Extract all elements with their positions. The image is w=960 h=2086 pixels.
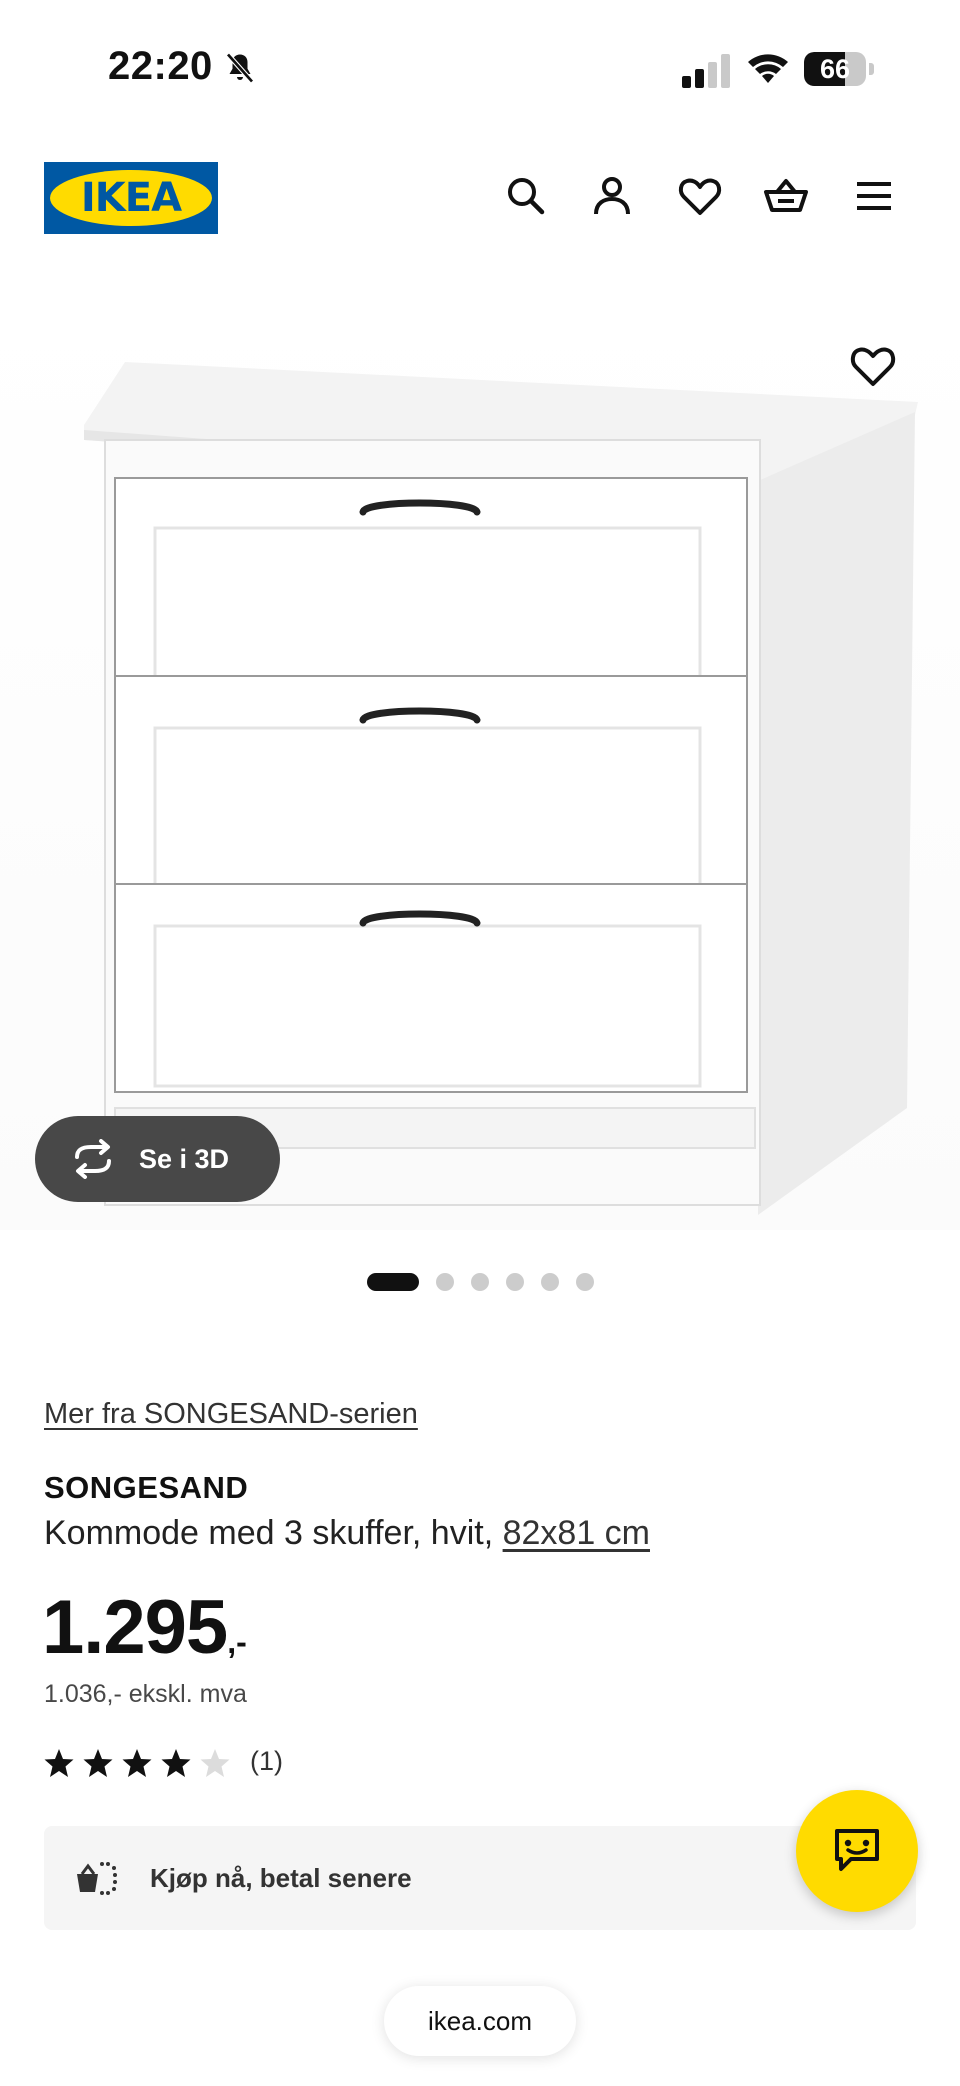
basket-dotted-icon bbox=[74, 1858, 118, 1898]
product-description-text: Kommode med 3 skuffer, hvit, bbox=[44, 1514, 494, 1552]
shopping-basket-icon[interactable] bbox=[762, 172, 810, 220]
product-name: SONGESAND bbox=[44, 1470, 249, 1505]
carousel-dot[interactable] bbox=[471, 1273, 489, 1291]
carousel-dot[interactable] bbox=[506, 1273, 524, 1291]
chat-bubble-icon bbox=[835, 1829, 879, 1871]
view-3d-button[interactable]: Se i 3D bbox=[35, 1116, 280, 1202]
price-main: 1.295 bbox=[42, 1585, 228, 1670]
series-link[interactable]: Mer fra SONGESAND-serien bbox=[44, 1398, 418, 1431]
price: 1.295,- bbox=[42, 1584, 247, 1671]
status-time: 22:20 bbox=[108, 44, 213, 88]
size-link[interactable]: 82x81 cm bbox=[503, 1514, 650, 1552]
search-icon[interactable] bbox=[502, 172, 550, 220]
battery-icon: 66 bbox=[804, 52, 876, 88]
product-description: Kommode med 3 skuffer, hvit, 82x81 cm bbox=[44, 1514, 650, 1553]
star-filled-icon bbox=[122, 1749, 152, 1777]
browser-url-pill[interactable]: ikea.com bbox=[384, 1986, 576, 2056]
carousel-dot[interactable] bbox=[576, 1273, 594, 1291]
price-suffix: ,- bbox=[227, 1624, 247, 1660]
price-excl-vat: 1.036,- ekskl. mva bbox=[44, 1680, 247, 1708]
review-count[interactable]: (1) bbox=[250, 1746, 283, 1777]
logo-text: IKEA bbox=[80, 175, 182, 221]
ikea-logo[interactable]: IKEA bbox=[44, 162, 218, 234]
product-image[interactable] bbox=[0, 290, 960, 1230]
carousel-dot[interactable] bbox=[541, 1273, 559, 1291]
star-empty-icon bbox=[200, 1749, 230, 1777]
carousel-dot[interactable] bbox=[436, 1273, 454, 1291]
heart-icon[interactable] bbox=[676, 172, 724, 220]
star-filled-icon bbox=[83, 1749, 113, 1777]
wifi-icon bbox=[746, 50, 790, 86]
favorite-heart-icon[interactable] bbox=[848, 342, 898, 388]
cellular-signal-icon bbox=[682, 54, 732, 88]
view-3d-label: Se i 3D bbox=[139, 1144, 230, 1174]
rotate-3d-icon bbox=[71, 1139, 115, 1179]
star-filled-icon bbox=[161, 1749, 191, 1777]
buy-now-pay-later-banner[interactable]: Kjøp nå, betal senere bbox=[44, 1826, 916, 1930]
bell-slash-icon bbox=[222, 50, 258, 86]
user-icon[interactable] bbox=[588, 172, 636, 220]
battery-level-text: 66 bbox=[819, 54, 851, 84]
carousel-dots bbox=[0, 1270, 960, 1291]
star-filled-icon bbox=[44, 1749, 74, 1777]
hamburger-menu-icon[interactable] bbox=[850, 172, 898, 220]
carousel-dot-active[interactable] bbox=[367, 1273, 419, 1291]
bnpl-label: Kjøp nå, betal senere bbox=[150, 1863, 412, 1893]
chat-button[interactable] bbox=[796, 1790, 918, 1912]
